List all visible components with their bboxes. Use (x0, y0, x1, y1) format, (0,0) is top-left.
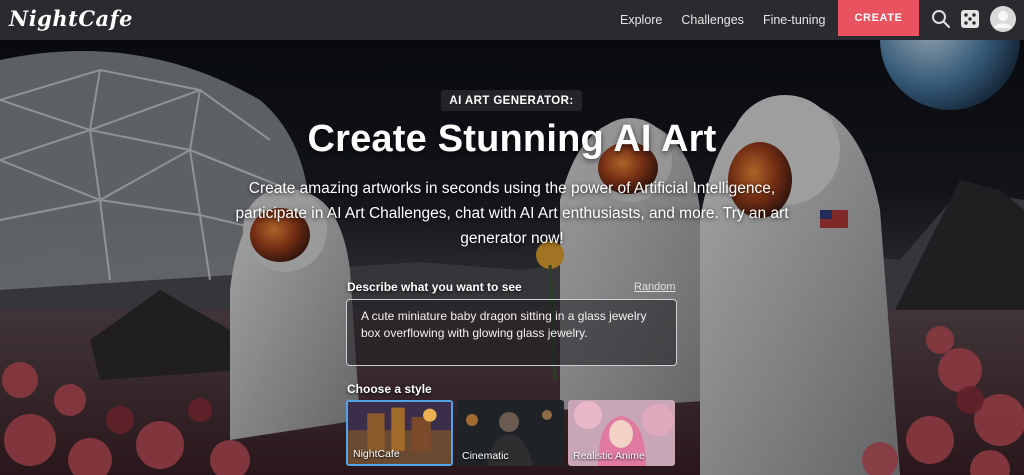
avatar-icon[interactable] (990, 6, 1016, 32)
style-option-label: Realistic Anime (573, 450, 645, 462)
style-option-label: NightCafe (353, 448, 400, 460)
create-button[interactable]: CREATE (838, 0, 919, 36)
nav-fine-tuning[interactable]: Fine-tuning (763, 13, 826, 27)
style-option-label: Cinematic (462, 450, 509, 462)
ai-art-generator-badge: AI ART GENERATOR: (441, 90, 582, 111)
random-prompt-link[interactable]: Random (634, 281, 676, 293)
nav-challenges[interactable]: Challenges (681, 13, 744, 27)
hero-section: AI ART GENERATOR: Create Stunning AI Art… (0, 40, 1024, 475)
style-option-nightcafe[interactable]: NightCafe (346, 400, 453, 466)
choose-style-label: Choose a style (347, 382, 432, 396)
style-option-realistic-anime[interactable]: Realistic Anime (568, 400, 675, 466)
prompt-label: Describe what you want to see (347, 280, 522, 294)
nav-links: Explore Challenges Fine-tuning (620, 0, 844, 40)
hero-subtitle: Create amazing artworks in seconds using… (235, 180, 789, 247)
top-nav: NightCafe Explore Challenges Fine-tuning… (0, 0, 1024, 40)
hero-title: Create Stunning AI Art (307, 118, 717, 160)
dice-icon[interactable] (959, 8, 981, 30)
nav-explore[interactable]: Explore (620, 13, 662, 27)
style-option-cinematic[interactable]: Cinematic (457, 400, 564, 466)
prompt-textarea[interactable]: A cute miniature baby dragon sitting in … (346, 299, 677, 366)
nightcafe-logo[interactable]: NightCafe (9, 6, 133, 31)
style-options: NightCafe Cinematic Realistic Anime (346, 400, 677, 468)
search-icon[interactable] (930, 8, 952, 30)
